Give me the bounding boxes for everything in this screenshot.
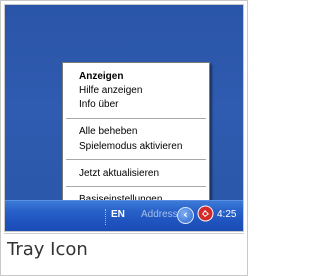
clock[interactable]: 4:25 xyxy=(217,209,236,220)
menu-item-hilfe-anzeigen[interactable]: Hilfe anzeigen xyxy=(79,85,142,96)
security-tray-icon[interactable] xyxy=(197,205,214,222)
menu-item-info-ueber[interactable]: Info über xyxy=(79,99,118,110)
menu-separator xyxy=(66,118,206,119)
caption-divider xyxy=(4,233,244,234)
caption: Tray Icon xyxy=(7,239,88,260)
tray-separator xyxy=(105,209,108,225)
menu-separator xyxy=(66,159,206,160)
menu-separator xyxy=(66,186,206,187)
chevron-left-icon[interactable]: ‹ xyxy=(177,207,194,224)
menu-item-jetzt-aktualisieren[interactable]: Jetzt aktualisieren xyxy=(79,168,159,179)
screenshot-area: Anzeigen Hilfe anzeigen Info über Alle b… xyxy=(4,4,244,232)
language-indicator[interactable]: EN xyxy=(111,209,125,220)
menu-item-spielemodus-aktivieren[interactable]: Spielemodus aktivieren xyxy=(79,141,182,152)
menu-item-anzeigen[interactable]: Anzeigen xyxy=(79,71,123,82)
address-toolbar-label[interactable]: Address xyxy=(141,209,178,220)
tray-context-menu: Anzeigen Hilfe anzeigen Info über Alle b… xyxy=(62,62,210,213)
menu-item-alle-beheben[interactable]: Alle beheben xyxy=(79,126,137,137)
taskbar: EN Address ‹ 4:25 xyxy=(5,200,243,231)
thumbnail-card: Anzeigen Hilfe anzeigen Info über Alle b… xyxy=(0,0,248,276)
